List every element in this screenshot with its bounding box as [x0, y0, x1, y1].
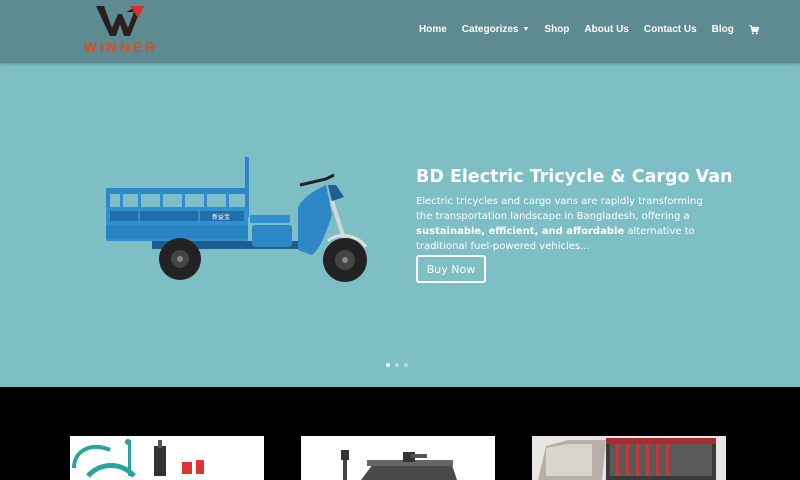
product-image-cargo-van [532, 436, 726, 480]
hero-title: BD Electric Tricycle & Cargo Van [416, 167, 733, 187]
hero-content: BD Electric Tricycle & Cargo Van Electri… [416, 166, 733, 283]
brand-logo[interactable]: WINNER [72, 4, 168, 58]
product-card[interactable] [532, 436, 726, 480]
nav-about-us[interactable]: About Us [584, 24, 628, 35]
nav-home-label: Home [419, 24, 447, 35]
nav-blog[interactable]: Blog [712, 24, 734, 35]
chevron-down-icon: ▼ [522, 26, 530, 33]
product-card[interactable] [70, 436, 264, 480]
vehicle-badge: 新益宝 [212, 213, 230, 221]
main-nav: Home Categorizes ▼ Shop About Us Contact… [419, 24, 759, 35]
slider-dots [386, 363, 408, 367]
product-card[interactable] [301, 436, 495, 480]
nav-shop[interactable]: Shop [544, 24, 569, 35]
nav-contact-us-label: Contact Us [643, 24, 697, 35]
product-image-tricycle-teal [70, 436, 264, 480]
hero-desc-bold: sustainable, efficient, and affordable [416, 226, 625, 237]
nav-about-us-label: About Us [584, 24, 629, 35]
hero-description: Electric tricycles and cargo vans are ra… [416, 194, 721, 254]
site-header: WINNER Home Categorizes ▼ Shop About Us … [0, 0, 800, 63]
hero-desc-text-1: Electric tricycles and cargo vans are ra… [416, 196, 703, 222]
nav-categorizes[interactable]: Categorizes ▼ [462, 24, 530, 35]
buy-now-button[interactable]: Buy Now [416, 255, 486, 283]
nav-contact-us[interactable]: Contact Us [644, 24, 697, 35]
slider-dot-2[interactable] [395, 363, 399, 367]
products-section [0, 387, 800, 480]
slider-dot-3[interactable] [404, 363, 408, 367]
product-image-tricycle-dark [301, 436, 495, 480]
nav-categorizes-label: Categorizes [461, 24, 519, 35]
nav-home[interactable]: Home [419, 24, 447, 35]
cart-icon[interactable] [749, 24, 759, 35]
nav-blog-label: Blog [711, 24, 734, 35]
nav-shop-label: Shop [544, 24, 570, 35]
electric-tricycle-image: 新益宝 [106, 157, 368, 282]
hero-slider: 新益宝 BD Electric Tricycle & Cargo Van Ele… [0, 63, 800, 387]
logo-wordmark: WINNER [83, 39, 159, 55]
slider-dot-1[interactable] [386, 363, 390, 367]
logo-mark-icon [96, 6, 144, 36]
